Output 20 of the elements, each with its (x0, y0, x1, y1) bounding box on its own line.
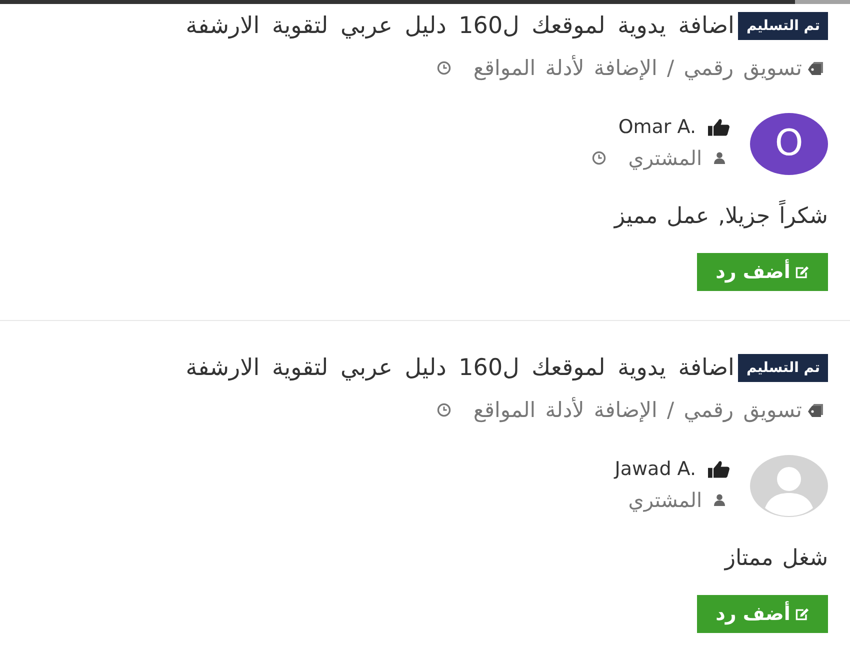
thumbs-up-icon (708, 460, 730, 478)
clock-icon (437, 61, 452, 75)
thumbs-up-icon (708, 118, 730, 136)
clock-icon (437, 403, 452, 417)
edit-icon (795, 266, 810, 278)
service-title[interactable]: اضافة يدوية لموقعك ل160 دليل عربي لتقوية الارشفة (186, 12, 734, 40)
reviewer-name[interactable]: Jawad A. (614, 457, 696, 481)
category-path: تسويق رقمي / الإضافة لأدلة المواقع (473, 56, 802, 80)
service-title[interactable]: اضافة يدوية لموقعك ل160 دليل عربي لتقوية الارشفة (186, 354, 734, 382)
status-badge: تم التسليم (738, 12, 828, 40)
reviewer-name[interactable]: Omar A. (618, 115, 696, 139)
user-icon (714, 152, 725, 164)
avatar: O (750, 113, 828, 175)
review-comment: شغل ممتاز (723, 545, 828, 573)
user-icon (714, 494, 725, 506)
category-path: تسويق رقمي / الإضافة لأدلة المواقع (473, 398, 802, 422)
edit-icon (795, 608, 810, 620)
reviewer-role: المشتري (628, 146, 702, 170)
status-badge: تم التسليم (738, 354, 828, 382)
reviewer-role: المشتري (628, 488, 702, 512)
